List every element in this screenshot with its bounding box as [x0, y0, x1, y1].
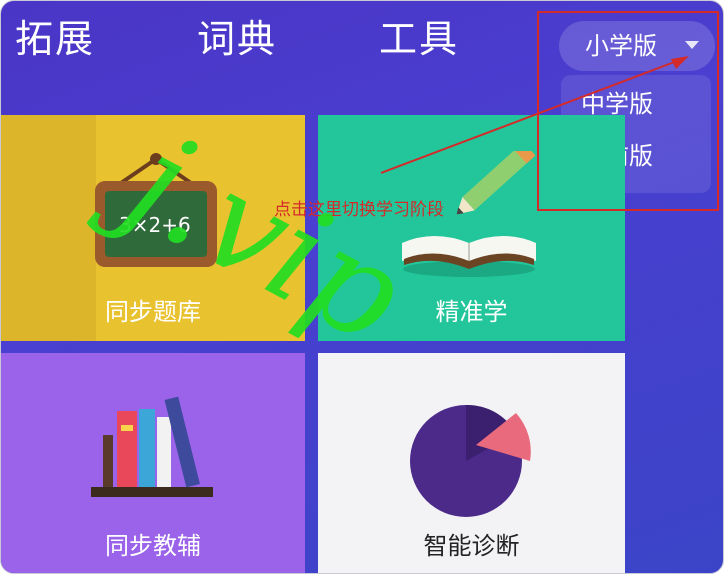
- app-screen: 拓展 词典 工具 小学版 中学版 学前版 3×2+6 同步题库: [0, 0, 724, 574]
- watermark-text: j.vip: [83, 93, 428, 374]
- watermark: j.vip: [83, 93, 428, 374]
